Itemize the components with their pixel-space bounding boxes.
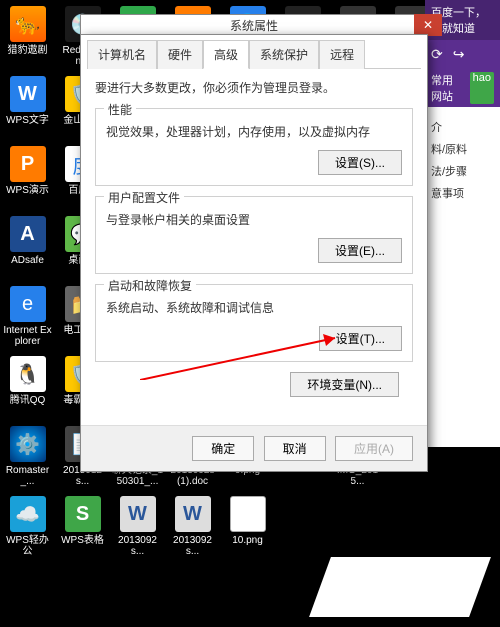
page-link[interactable]: 法/步骤 bbox=[431, 161, 494, 183]
performance-group: 性能 视觉效果，处理器计划，内存使用，以及虚拟内存 设置(S)... bbox=[95, 108, 413, 186]
instruction-text: 要进行大多数更改，你必须作为管理员登录。 bbox=[95, 79, 413, 96]
performance-settings-button[interactable]: 设置(S)... bbox=[318, 150, 402, 175]
profiles-group: 用户配置文件 与登录帐户相关的桌面设置 设置(E)... bbox=[95, 196, 413, 274]
desktop-icon[interactable]: SWPS表格 bbox=[55, 492, 110, 562]
tab-advanced[interactable]: 高级 bbox=[203, 40, 249, 69]
desktop-icon[interactable]: 🐆猎豹遨剧 bbox=[0, 2, 55, 72]
logo-shape bbox=[309, 557, 491, 617]
desktop-icon[interactable]: 10.png bbox=[220, 492, 275, 562]
desktop-icon[interactable]: PWPS演示 bbox=[0, 142, 55, 212]
close-button[interactable]: ✕ bbox=[414, 14, 442, 36]
desktop-icon[interactable]: AADsafe bbox=[0, 212, 55, 282]
apply-button[interactable]: 应用(A) bbox=[335, 436, 413, 461]
page-link[interactable]: 意事项 bbox=[431, 183, 494, 205]
dialog-body: 要进行大多数更改，你必须作为管理员登录。 性能 视觉效果，处理器计划，内存使用，… bbox=[81, 69, 427, 407]
group-title: 用户配置文件 bbox=[104, 189, 184, 206]
environment-variables-button[interactable]: 环境变量(N)... bbox=[290, 372, 399, 397]
ok-button[interactable]: 确定 bbox=[192, 436, 254, 461]
startup-settings-button[interactable]: 设置(T)... bbox=[319, 326, 402, 351]
desktop-icon[interactable]: W2013092s... bbox=[165, 492, 220, 562]
system-properties-dialog: 计算机名 硬件 高级 系统保护 远程 要进行大多数更改，你必须作为管理员登录。 … bbox=[80, 34, 428, 472]
group-desc: 系统启动、系统故障和调试信息 bbox=[106, 299, 402, 316]
page-link[interactable]: 介 bbox=[431, 117, 494, 139]
tab-remote[interactable]: 远程 bbox=[319, 40, 365, 69]
group-title: 启动和故障恢复 bbox=[104, 277, 196, 294]
desktop-icon[interactable]: W2013092s... bbox=[110, 492, 165, 562]
desktop-icon[interactable]: ⚙️Romaster_... bbox=[0, 422, 55, 492]
browser-content: 介 料/原料 法/步骤 意事项 bbox=[425, 107, 500, 447]
group-desc: 视觉效果，处理器计划，内存使用，以及虚拟内存 bbox=[106, 123, 402, 140]
forward-icon[interactable]: ↪ bbox=[453, 46, 465, 63]
profiles-settings-button[interactable]: 设置(E)... bbox=[318, 238, 402, 263]
cancel-button[interactable]: 取消 bbox=[264, 436, 326, 461]
desktop-icon[interactable]: WWPS文字 bbox=[0, 72, 55, 142]
group-desc: 与登录帐户相关的桌面设置 bbox=[106, 211, 402, 228]
startup-group: 启动和故障恢复 系统启动、系统故障和调试信息 设置(T)... bbox=[95, 284, 413, 362]
bookmarks-label: 常用网站 bbox=[431, 72, 464, 104]
tab-computer-name[interactable]: 计算机名 bbox=[87, 40, 157, 69]
desktop-icon[interactable]: ☁️WPS轻办公 bbox=[0, 492, 55, 562]
browser-toolbar: ⟳ ↪ bbox=[425, 40, 500, 69]
dialog-footer: 确定 取消 应用(A) bbox=[81, 425, 427, 471]
refresh-icon[interactable]: ⟳ bbox=[431, 46, 443, 63]
env-row: 环境变量(N)... bbox=[95, 372, 413, 397]
page-link[interactable]: 料/原料 bbox=[431, 139, 494, 161]
hao-icon[interactable]: hao bbox=[470, 72, 494, 104]
desktop-icon[interactable]: 🐧腾讯QQ bbox=[0, 352, 55, 422]
dialog-title: 系统属性 bbox=[80, 14, 428, 36]
desktop-icon[interactable]: eInternet Explorer bbox=[0, 282, 55, 352]
browser-sidebar: 百度一下，你就知道 ⟳ ↪ 常用网站 hao 介 料/原料 法/步骤 意事项 bbox=[425, 0, 500, 400]
tab-system-protection[interactable]: 系统保护 bbox=[249, 40, 319, 69]
group-title: 性能 bbox=[104, 101, 136, 118]
dialog-tabs: 计算机名 硬件 高级 系统保护 远程 bbox=[87, 39, 421, 69]
tab-hardware[interactable]: 硬件 bbox=[157, 40, 203, 69]
